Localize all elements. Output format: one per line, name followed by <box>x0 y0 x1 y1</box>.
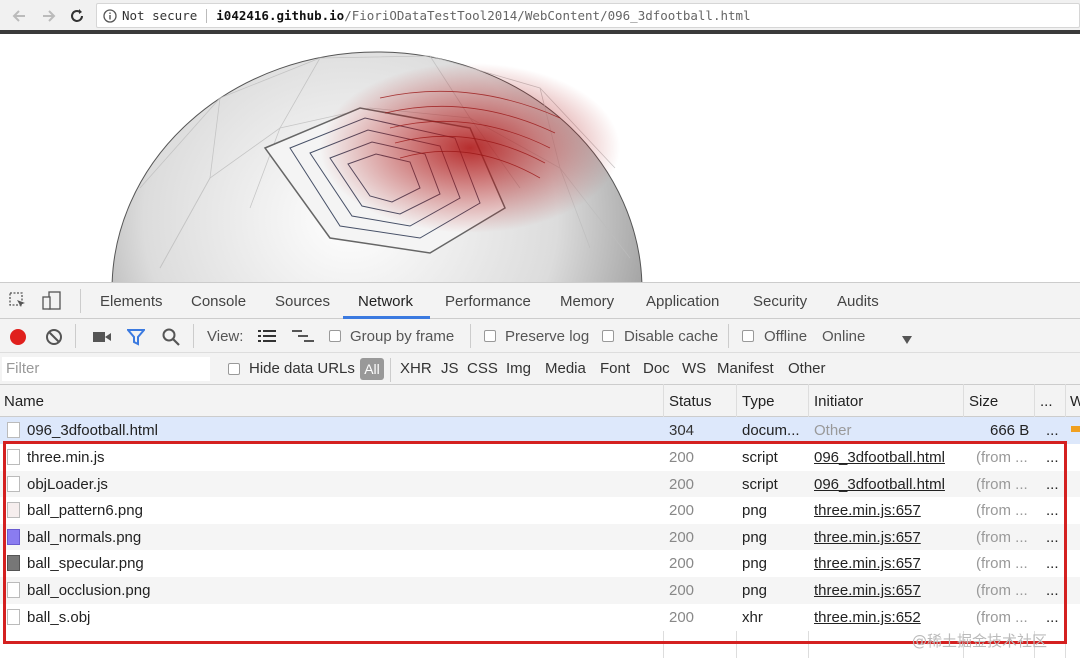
filter-type-font[interactable]: Font <box>600 360 630 377</box>
table-row[interactable]: 096_3dfootball.html 304 docum... Other 6… <box>0 417 1080 444</box>
hide-data-urls-label: Hide data URLs <box>249 360 355 377</box>
highlight-annotation-box <box>3 441 1067 644</box>
tab-performance[interactable]: Performance <box>445 293 531 310</box>
info-icon[interactable] <box>103 8 117 23</box>
preserve-log-label: Preserve log <box>505 328 590 345</box>
column-name[interactable]: Name <box>4 393 44 410</box>
clear-icon[interactable] <box>45 328 63 350</box>
url-path: /FioriODataTestTool2014/WebContent/096_3… <box>344 8 751 23</box>
record-icon[interactable] <box>9 328 27 350</box>
column-initiator[interactable]: Initiator <box>814 393 863 410</box>
filter-type-other[interactable]: Other <box>788 360 826 377</box>
request-status: 304 <box>669 422 695 439</box>
filter-type-doc[interactable]: Doc <box>643 360 670 377</box>
tab-sources[interactable]: Sources <box>275 293 330 310</box>
disable-cache-checkbox[interactable] <box>602 330 614 342</box>
tab-divider <box>80 289 81 313</box>
column-status[interactable]: Status <box>669 393 712 410</box>
preserve-log-checkbox[interactable] <box>484 330 496 342</box>
security-label[interactable]: Not secure <box>122 8 197 23</box>
football-render[interactable] <box>0 38 1080 282</box>
search-icon[interactable] <box>162 328 180 350</box>
tab-security[interactable]: Security <box>753 293 807 310</box>
waterfall-bar <box>1071 426 1080 432</box>
inspect-element-icon[interactable] <box>9 292 27 315</box>
filter-bar: Filter Hide data URLs All XHR JS CSS Img… <box>0 353 1080 385</box>
toolbar-divider <box>470 324 471 348</box>
request-size: 666 B <box>990 422 1030 439</box>
hide-data-urls-checkbox[interactable] <box>228 363 240 375</box>
arrow-left-icon <box>12 10 25 22</box>
filter-input[interactable]: Filter <box>2 357 210 381</box>
waterfall-icon[interactable] <box>292 329 314 347</box>
back-button[interactable] <box>8 5 30 27</box>
arrow-right-icon <box>43 10 56 22</box>
omnibox-divider <box>206 8 208 23</box>
toolbar-divider <box>728 324 729 348</box>
tab-audits[interactable]: Audits <box>837 293 879 310</box>
large-rows-icon[interactable] <box>258 329 276 347</box>
reload-button[interactable] <box>66 5 88 27</box>
chevron-down-icon[interactable] <box>902 331 912 348</box>
filter-type-css[interactable]: CSS <box>467 360 498 377</box>
request-name: 096_3dfootball.html <box>27 422 158 439</box>
document-file-icon <box>7 422 20 438</box>
offline-checkbox[interactable] <box>742 330 754 342</box>
column-size[interactable]: Size <box>969 393 998 410</box>
group-by-frame-label: Group by frame <box>350 328 455 345</box>
tab-console[interactable]: Console <box>191 293 246 310</box>
tab-application[interactable]: Application <box>646 293 719 310</box>
disable-cache-label: Disable cache <box>624 328 719 345</box>
filter-icon[interactable] <box>125 328 147 350</box>
browser-toolbar: Not secure i042416.github.io /FioriOData… <box>0 0 1080 34</box>
filter-type-xhr[interactable]: XHR <box>400 360 432 377</box>
tab-elements[interactable]: Elements <box>100 293 163 310</box>
column-type[interactable]: Type <box>742 393 775 410</box>
filter-type-ws[interactable]: WS <box>682 360 706 377</box>
toolbar-divider <box>75 324 76 348</box>
toolbar-divider <box>193 324 194 348</box>
request-initiator: Other <box>814 422 852 439</box>
forward-button[interactable] <box>38 5 60 27</box>
url-host: i042416.github.io <box>216 8 345 23</box>
reload-icon <box>71 9 83 22</box>
camera-icon[interactable] <box>92 329 112 349</box>
request-time: ... <box>1046 422 1059 439</box>
group-by-frame-checkbox[interactable] <box>329 330 341 342</box>
devtools-tabbar: Elements Console Sources Network Perform… <box>0 283 1080 319</box>
column-waterfall[interactable]: W <box>1070 393 1080 410</box>
filter-type-img[interactable]: Img <box>506 360 531 377</box>
tab-network[interactable]: Network <box>358 293 413 310</box>
offline-label: Offline <box>764 328 808 345</box>
column-time[interactable]: ... <box>1040 393 1053 410</box>
grid-header: Name Status Type Initiator Size ... W <box>0 385 1080 417</box>
filter-type-manifest[interactable]: Manifest <box>717 360 774 377</box>
device-toolbar-icon[interactable] <box>42 291 62 316</box>
request-type: docum... <box>742 422 800 439</box>
tab-memory[interactable]: Memory <box>560 293 614 310</box>
filter-type-js[interactable]: JS <box>441 360 459 377</box>
filter-divider <box>390 358 391 382</box>
filter-type-all[interactable]: All <box>360 358 384 380</box>
network-toolbar: View: Group by frame Preserve log Disabl… <box>0 319 1080 353</box>
throttling-select[interactable]: Online <box>822 328 865 345</box>
watermark: @稀土掘金技术社区 <box>912 632 1048 650</box>
page-viewport <box>0 38 1080 282</box>
view-label: View: <box>207 328 244 345</box>
filter-type-media[interactable]: Media <box>545 360 586 377</box>
address-bar[interactable]: Not secure i042416.github.io /FioriOData… <box>96 3 1080 28</box>
